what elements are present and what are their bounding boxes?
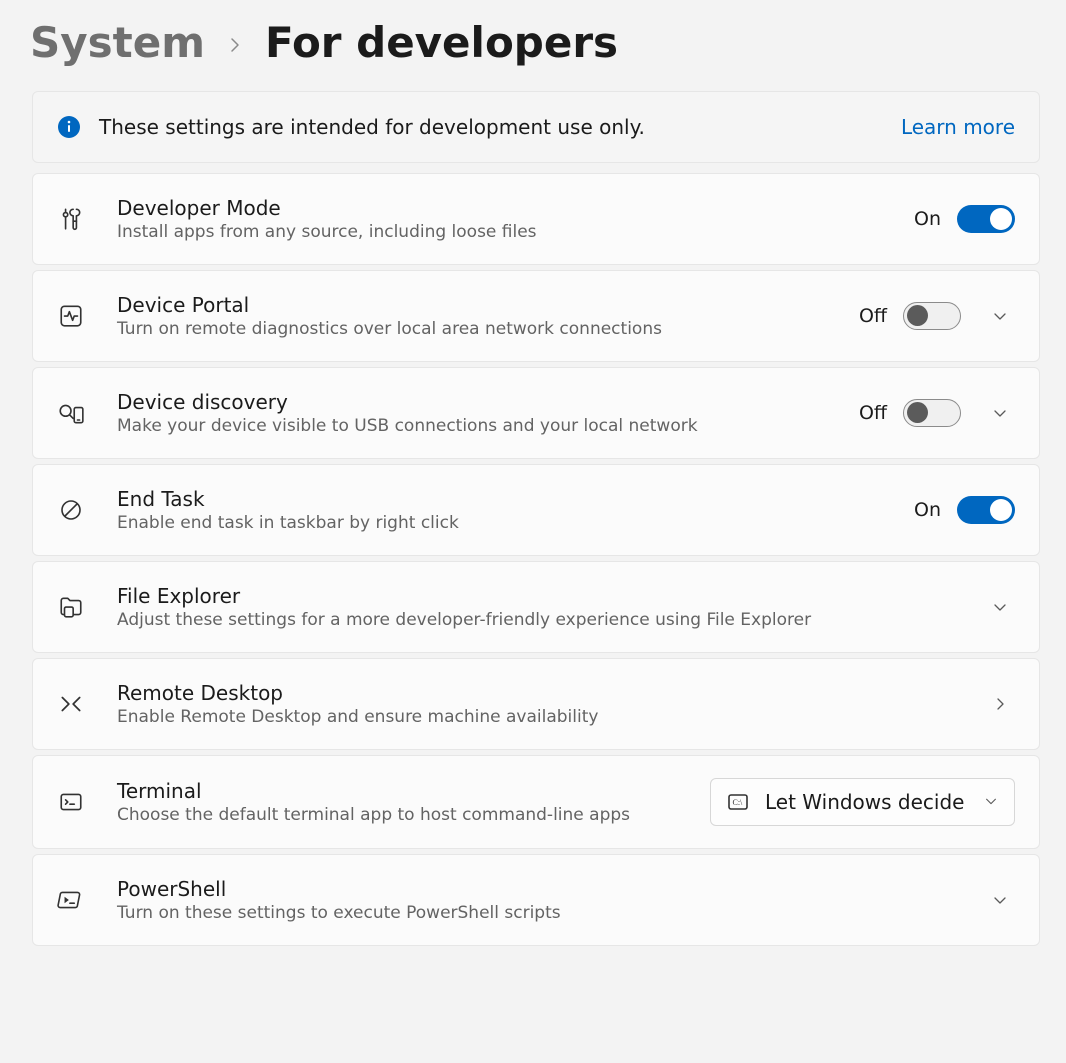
row-title: End Task: [117, 487, 914, 511]
row-title: Developer Mode: [117, 196, 914, 220]
row-device-discovery[interactable]: Device discovery Make your device visibl…: [32, 367, 1040, 459]
breadcrumb-current: For developers: [265, 18, 618, 67]
row-powershell[interactable]: PowerShell Turn on these settings to exe…: [32, 854, 1040, 946]
info-banner: These settings are intended for developm…: [32, 91, 1040, 163]
developer-mode-toggle[interactable]: [957, 205, 1015, 233]
row-developer-mode: Developer Mode Install apps from any sou…: [32, 173, 1040, 265]
remote-icon: [57, 690, 85, 718]
discovery-icon: [57, 399, 85, 427]
powershell-icon: [57, 886, 85, 914]
row-desc: Install apps from any source, including …: [117, 222, 914, 242]
folder-icon: [57, 593, 85, 621]
row-desc: Enable end task in taskbar by right clic…: [117, 513, 914, 533]
breadcrumb: System For developers: [28, 18, 1040, 67]
chevron-down-icon[interactable]: [985, 592, 1015, 622]
toggle-state-label: Off: [859, 305, 887, 327]
terminal-app-icon: C:\: [725, 789, 751, 815]
row-desc: Choose the default terminal app to host …: [117, 805, 710, 825]
row-desc: Turn on these settings to execute PowerS…: [117, 903, 977, 923]
terminal-icon: [57, 788, 85, 816]
toggle-state-label: On: [914, 208, 941, 230]
row-terminal: Terminal Choose the default terminal app…: [32, 755, 1040, 849]
row-device-portal[interactable]: Device Portal Turn on remote diagnostics…: [32, 270, 1040, 362]
svg-text:C:\: C:\: [733, 798, 744, 807]
row-title: Device discovery: [117, 390, 859, 414]
toggle-state-label: Off: [859, 402, 887, 424]
row-title: Terminal: [117, 779, 710, 803]
chevron-down-icon: [984, 793, 998, 812]
breadcrumb-parent[interactable]: System: [30, 18, 205, 67]
terminal-default-select[interactable]: C:\ Let Windows decide: [710, 778, 1015, 826]
info-text: These settings are intended for developm…: [99, 115, 901, 139]
row-desc: Adjust these settings for a more develop…: [117, 610, 977, 630]
device-discovery-toggle[interactable]: [903, 399, 961, 427]
info-icon: [57, 115, 81, 139]
combo-label: Let Windows decide: [765, 790, 970, 814]
tools-icon: [57, 205, 85, 233]
row-remote-desktop[interactable]: Remote Desktop Enable Remote Desktop and…: [32, 658, 1040, 750]
chevron-right-icon[interactable]: [985, 689, 1015, 719]
row-desc: Turn on remote diagnostics over local ar…: [117, 319, 859, 339]
end-task-toggle[interactable]: [957, 496, 1015, 524]
row-title: Device Portal: [117, 293, 859, 317]
row-desc: Make your device visible to USB connecti…: [117, 416, 859, 436]
pulse-icon: [57, 302, 85, 330]
prohibit-icon: [57, 496, 85, 524]
chevron-right-icon: [227, 30, 243, 60]
row-title: Remote Desktop: [117, 681, 977, 705]
row-desc: Enable Remote Desktop and ensure machine…: [117, 707, 977, 727]
row-end-task: End Task Enable end task in taskbar by r…: [32, 464, 1040, 556]
device-portal-toggle[interactable]: [903, 302, 961, 330]
chevron-down-icon[interactable]: [985, 398, 1015, 428]
row-file-explorer[interactable]: File Explorer Adjust these settings for …: [32, 561, 1040, 653]
toggle-state-label: On: [914, 499, 941, 521]
chevron-down-icon[interactable]: [985, 301, 1015, 331]
row-title: PowerShell: [117, 877, 977, 901]
row-title: File Explorer: [117, 584, 977, 608]
learn-more-link[interactable]: Learn more: [901, 115, 1015, 139]
chevron-down-icon[interactable]: [985, 885, 1015, 915]
